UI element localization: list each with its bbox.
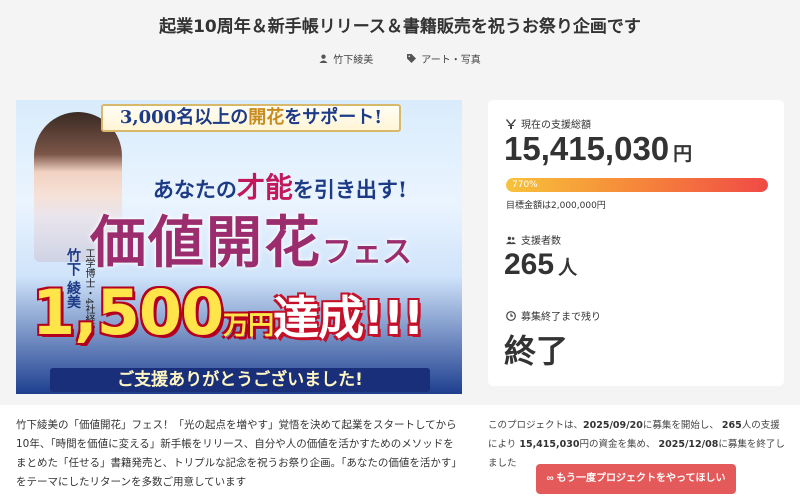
backers-count: 265 人 [504, 248, 578, 281]
request-again-button[interactable]: ∞ もう一度プロジェクトをやってほしい [536, 464, 736, 494]
hero-main-title: 価値開花フェス [90, 210, 412, 276]
yen-icon [506, 118, 516, 129]
hero-achievement: 1,500万円達成!!! [32, 276, 424, 349]
remaining-status: 終了 [504, 333, 569, 369]
stats-card: 現在の支援総額 15,415,030 円 770% 目標金額は2,000,000円… [488, 100, 784, 386]
page-title: 起業10周年＆新手帳リリース＆書籍販売を祝うお祭り企画です [159, 17, 641, 37]
category-link[interactable]: アート・写真 [407, 51, 481, 66]
category-name: アート・写真 [421, 55, 481, 66]
author-name: 竹下綾美 [333, 55, 374, 66]
hero-thanks: ご支援ありがとうございました! [50, 368, 430, 392]
hero-image: 3,000名以上の開花をサポート! 工学博士・4社経営 竹下 綾美 あなたの才能を… [16, 100, 462, 394]
total-amount: 15,415,030 円 [504, 130, 693, 167]
project-meta: 竹下綾美 アート・写真 [0, 51, 800, 66]
progress-fill [506, 178, 768, 192]
goal-amount: 目標金額は2,000,000円 [506, 201, 606, 211]
tag-icon [407, 54, 417, 63]
author-link[interactable]: 竹下綾美 [319, 51, 373, 66]
project-description: 竹下綾美の「価値開花」フェス！「光の起点を増やす」覚悟を決めて起業をスタートして… [16, 419, 462, 488]
total-label: 現在の支援総額 [506, 116, 591, 131]
progress-percent: 770% [512, 180, 538, 190]
clock-icon [506, 310, 516, 321]
funding-progress-bar: 770% [506, 178, 768, 192]
user-icon [319, 54, 328, 63]
backers-label: 支援者数 [506, 232, 561, 247]
remaining-label: 募集終了まで残り [506, 308, 601, 323]
hero-top-banner: 3,000名以上の開花をサポート! [101, 104, 401, 132]
users-icon [506, 236, 516, 244]
